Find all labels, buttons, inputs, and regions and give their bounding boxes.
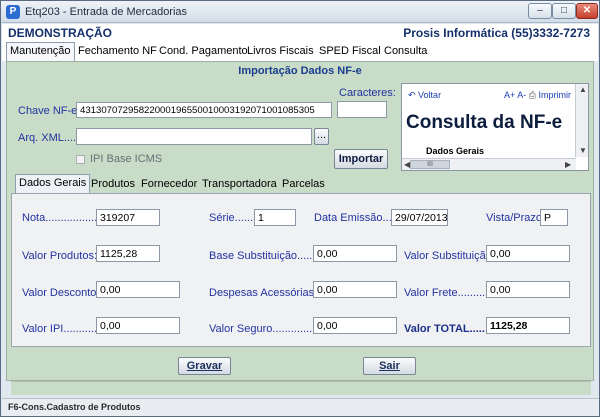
header-bar: DEMONSTRAÇÃO Prosis Informática (55)3332…: [2, 24, 598, 42]
company-contact: Prosis Informática (55)3332-7273: [403, 26, 590, 40]
status-bar: F6-Cons.Cadastro de Produtos: [2, 398, 599, 416]
close-button[interactable]: ✕: [576, 3, 598, 19]
viewer-back-link[interactable]: ↶ Voltar: [408, 90, 441, 101]
serie-field[interactable]: 1: [254, 209, 296, 226]
section-title: Importação Dados NF-e: [238, 65, 362, 77]
tab-manutencao[interactable]: Manutenção: [6, 42, 75, 62]
chave-nfe-label: Chave NF-e:: [18, 105, 81, 117]
font-decrease-link[interactable]: A-: [517, 90, 526, 100]
gravar-button[interactable]: Gravar: [178, 357, 231, 375]
nfe-viewer: ↶ Voltar A+ A- ⎙ Imprimir Consulta da NF…: [401, 83, 589, 171]
tab-livros-fiscais[interactable]: Livros Fiscais: [244, 43, 317, 61]
viewer-subtitle: Dados Gerais: [426, 146, 485, 156]
tab-transportadora[interactable]: Transportadora: [199, 176, 280, 193]
tab-parcelas[interactable]: Parcelas: [279, 176, 328, 193]
main-window: P Etq203 - Entrada de Mercadorias – □ ✕ …: [0, 0, 600, 417]
maximize-button[interactable]: □: [552, 3, 576, 19]
status-hint: F6-Cons.Cadastro de Produtos: [8, 402, 141, 412]
despesas-acessorias-field[interactable]: 0,00: [313, 281, 397, 298]
valor-desconto-label: Valor Desconto:: [22, 287, 100, 299]
valor-frete-field[interactable]: 0,00: [486, 281, 570, 298]
valor-desconto-field[interactable]: 0,00: [96, 281, 180, 298]
lower-strip: [11, 381, 591, 395]
caracteres-field[interactable]: [337, 101, 387, 118]
valor-seguro-field[interactable]: 0,00: [313, 317, 397, 334]
serie-label: Série.......:: [209, 212, 260, 224]
base-substituicao-field[interactable]: 0,00: [313, 245, 397, 262]
title-bar: P Etq203 - Entrada de Mercadorias – □ ✕: [1, 1, 599, 23]
data-emissao-label: Data Emissão.....:: [314, 212, 401, 224]
valor-produtos-label: Valor Produtos:: [22, 250, 98, 262]
hscroll-thumb[interactable]: III: [410, 160, 450, 169]
nfe-viewer-content: ↶ Voltar A+ A- ⎙ Imprimir Consulta da NF…: [406, 85, 573, 157]
valor-substituicao-field[interactable]: 0,00: [486, 245, 570, 262]
viewer-title: Consulta da NF-e: [406, 112, 563, 133]
mode-label: DEMONSTRAÇÃO: [8, 26, 112, 40]
nota-field[interactable]: 319207: [96, 209, 160, 226]
valor-total-field[interactable]: 1125,28: [486, 317, 570, 334]
scroll-right-icon[interactable]: ▶: [565, 160, 571, 169]
tab-consulta[interactable]: Consulta: [381, 43, 430, 61]
chave-nfe-input[interactable]: 4313070729582200019655001000319207100108…: [76, 102, 332, 118]
valor-frete-label: Valor Frete............:: [404, 287, 498, 299]
valor-total-label: Valor TOTAL.....:: [404, 323, 489, 335]
tab-cond-pagamento[interactable]: Cond. Pagamento: [156, 43, 251, 61]
back-label: Voltar: [418, 90, 442, 100]
vista-prazo-label: Vista/Prazo:: [486, 212, 546, 224]
tab-dados-gerais[interactable]: Dados Gerais: [15, 174, 91, 193]
despesas-acessorias-label: Despesas Acessórias:: [209, 287, 318, 299]
print-link[interactable]: Imprimir: [539, 90, 572, 100]
tab-sped-fiscal[interactable]: SPED Fiscal: [316, 43, 384, 61]
window-title: Etq203 - Entrada de Mercadorias: [25, 6, 188, 18]
scroll-up-icon[interactable]: ▲: [579, 85, 587, 94]
xml-file-input[interactable]: [76, 128, 312, 145]
tab-fechamento-nf[interactable]: Fechamento NF: [75, 43, 160, 61]
valor-produtos-field[interactable]: 1125,28: [96, 245, 160, 262]
data-emissao-field[interactable]: 29/07/2013: [391, 209, 448, 226]
valor-ipi-field[interactable]: 0,00: [96, 317, 180, 334]
viewer-tools: A+ A- ⎙ Imprimir: [504, 90, 571, 101]
print-icon: ⎙: [528, 90, 536, 100]
font-increase-link[interactable]: A+: [504, 90, 515, 100]
tab-fornecedor[interactable]: Fornecedor: [138, 176, 200, 193]
caracteres-label: Caracteres:: [339, 87, 396, 99]
sair-button[interactable]: Sair: [363, 357, 416, 375]
scroll-down-icon[interactable]: ▼: [579, 146, 587, 155]
main-tabs: Manutenção Fechamento NF Cond. Pagamento…: [2, 42, 598, 62]
tab-produtos[interactable]: Produtos: [88, 176, 138, 193]
valor-substituicao-label: Valor Substituição:: [404, 250, 495, 262]
app-icon: P: [6, 5, 20, 19]
ipi-base-icms-label: IPI Base ICMS: [90, 153, 163, 165]
detail-tabs: Dados Gerais Produtos Fornecedor Transpo…: [11, 174, 591, 193]
ipi-base-icms-checkbox[interactable]: [76, 155, 85, 164]
viewer-vertical-scrollbar[interactable]: ▲ ▼: [575, 84, 588, 157]
browse-button[interactable]: ...: [314, 128, 329, 145]
minimize-button[interactable]: –: [528, 3, 552, 19]
action-bar: [11, 348, 591, 374]
base-substituicao-label: Base Substituição.........:: [209, 250, 328, 262]
viewer-horizontal-scrollbar[interactable]: ◀ III ▶: [402, 158, 576, 170]
vista-prazo-field[interactable]: P: [540, 209, 568, 226]
import-button[interactable]: Importar: [334, 149, 388, 169]
